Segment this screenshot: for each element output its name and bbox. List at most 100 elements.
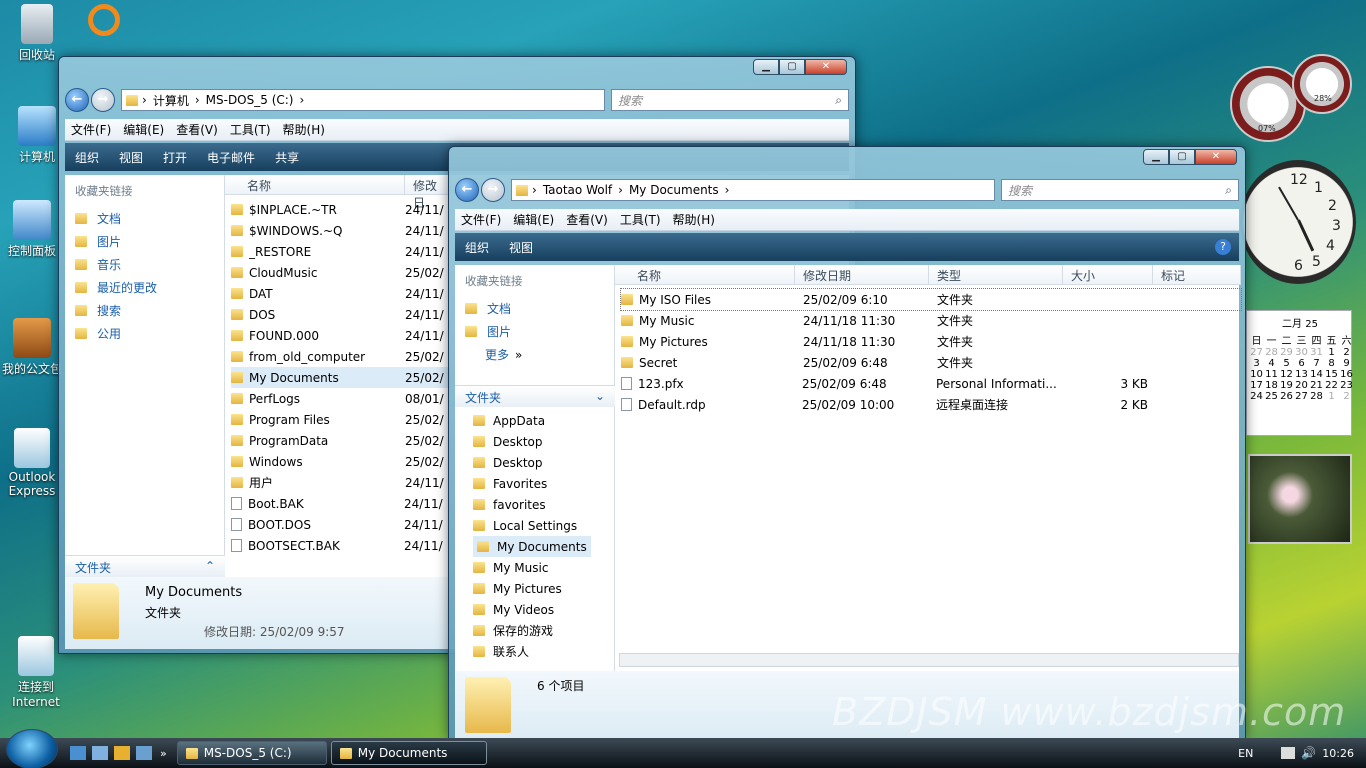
tree-item[interactable]: My Videos (473, 599, 554, 620)
file-row[interactable]: Boot.BAK 24/11/ (231, 493, 451, 514)
file-row[interactable]: Secret 25/02/09 6:48 文件夹 (621, 352, 1241, 373)
file-row[interactable]: $WINDOWS.~Q 24/11/ (231, 220, 451, 241)
menu-tools[interactable]: 工具(T) (224, 121, 277, 138)
nav-link-documents[interactable]: 文档 (65, 207, 224, 230)
help-icon[interactable]: ? (1215, 239, 1231, 255)
calendar-day[interactable]: 28 (1309, 391, 1324, 402)
tree-item[interactable]: 联系人 (473, 641, 529, 662)
desktop-icon-recycle-bin[interactable]: 回收站 (5, 4, 69, 63)
toolbar-organize[interactable]: 组织 (455, 239, 499, 256)
slideshow-gadget[interactable] (1248, 454, 1352, 544)
toolbar-share[interactable]: 共享 (265, 149, 309, 166)
calendar-day[interactable]: 11 (1264, 369, 1279, 380)
menu-view[interactable]: 查看(V) (560, 211, 614, 228)
calendar-day[interactable]: 27 (1294, 391, 1309, 402)
calendar-day[interactable]: 12 (1279, 369, 1294, 380)
breadcrumb-user[interactable]: Taotao Wolf (543, 183, 612, 197)
quicklaunch-network-icon[interactable] (136, 746, 152, 760)
forward-button[interactable]: → (481, 178, 505, 202)
file-row[interactable]: DOS 24/11/ (231, 304, 451, 325)
menu-file[interactable]: 文件(F) (455, 211, 507, 228)
tree-item[interactable]: My Documents (473, 536, 591, 557)
calendar-day[interactable]: 1 (1324, 391, 1339, 402)
minimize-button[interactable]: ▁ (1143, 149, 1169, 165)
column-name[interactable]: 名称 (615, 265, 795, 284)
tree-item[interactable]: Local Settings (473, 515, 577, 536)
desktop-icon-control-panel[interactable]: 控制面板 (0, 200, 64, 259)
file-row[interactable]: My Documents 25/02/ (231, 367, 451, 388)
nav-link-pictures[interactable]: 图片 (65, 230, 224, 253)
calendar-day[interactable]: 25 (1264, 391, 1279, 402)
address-bar[interactable]: › Taotao Wolf › My Documents › (511, 179, 995, 201)
search-input[interactable]: 搜索 ⌕ (1001, 179, 1239, 201)
breadcrumb-my-documents[interactable]: My Documents (629, 183, 719, 197)
calendar-day[interactable]: 5 (1279, 358, 1294, 369)
nav-link-recent[interactable]: 最近的更改 (65, 276, 224, 299)
desktop-icon-outlook-express[interactable]: Outlook Express (0, 428, 64, 498)
tray-volume-icon[interactable]: 🔊 (1301, 746, 1316, 760)
menu-help[interactable]: 帮助(H) (277, 121, 331, 138)
toolbar-organize[interactable]: 组织 (65, 149, 109, 166)
file-row[interactable]: CloudMusic 25/02/ (231, 262, 451, 283)
close-button[interactable]: ✕ (1195, 149, 1237, 165)
menu-file[interactable]: 文件(F) (65, 121, 117, 138)
back-button[interactable]: ← (455, 178, 479, 202)
calendar-day[interactable]: 26 (1279, 391, 1294, 402)
file-row[interactable]: BOOT.DOS 24/11/ (231, 514, 451, 535)
menu-edit[interactable]: 编辑(E) (507, 211, 560, 228)
calendar-day[interactable]: 21 (1309, 380, 1324, 391)
tree-item[interactable]: AppData (473, 410, 545, 431)
calendar-day[interactable]: 15 (1324, 369, 1339, 380)
toolbar-open[interactable]: 打开 (153, 149, 197, 166)
calendar-day[interactable]: 8 (1324, 358, 1339, 369)
quicklaunch-desktop-icon[interactable] (70, 746, 86, 760)
minimize-button[interactable]: ▁ (753, 59, 779, 75)
file-row[interactable]: $INPLACE.~TR 24/11/ (231, 199, 451, 220)
calendar-day[interactable]: 28 (1264, 347, 1279, 358)
menu-tools[interactable]: 工具(T) (614, 211, 667, 228)
calendar-day[interactable]: 1 (1324, 347, 1339, 358)
language-indicator[interactable]: EN (1238, 747, 1253, 760)
file-row[interactable]: 用户 24/11/ (231, 472, 451, 493)
tree-item[interactable]: Desktop (473, 452, 543, 473)
tree-item[interactable]: Desktop (473, 431, 543, 452)
calendar-day[interactable]: 18 (1264, 380, 1279, 391)
breadcrumb-computer[interactable]: 计算机 (153, 92, 189, 109)
calendar-gadget[interactable]: 二月 25 日一二三四五六 27 28 29 30 31 1 2 3 4 5 6 7 8 9 10 11 12 13… (1246, 310, 1354, 436)
explorer-window-my-documents[interactable]: ▁ ▢ ✕ ← → › Taotao Wolf › My Documents ›… (448, 146, 1246, 740)
quicklaunch-switch-icon[interactable] (92, 746, 108, 760)
maximize-button[interactable]: ▢ (1169, 149, 1195, 165)
menu-help[interactable]: 帮助(H) (667, 211, 721, 228)
tree-item[interactable]: My Pictures (473, 578, 562, 599)
file-row[interactable]: BOOTSECT.BAK 24/11/ (231, 535, 451, 556)
file-row[interactable]: My Pictures 24/11/18 11:30 文件夹 (621, 331, 1241, 352)
tree-item[interactable]: favorites (473, 494, 546, 515)
calendar-day[interactable]: 2 (1339, 347, 1354, 358)
file-row[interactable]: _RESTORE 24/11/ (231, 241, 451, 262)
file-row[interactable]: Windows 25/02/ (231, 451, 451, 472)
column-name[interactable]: 名称 (225, 175, 405, 194)
file-row[interactable]: ProgramData 25/02/ (231, 430, 451, 451)
search-input[interactable]: 搜索 ⌕ (611, 89, 849, 111)
file-row[interactable]: DAT 24/11/ (231, 283, 451, 304)
calendar-day[interactable]: 13 (1294, 369, 1309, 380)
desktop-icon-music-app[interactable] (84, 4, 124, 38)
menu-edit[interactable]: 编辑(E) (117, 121, 170, 138)
tree-item[interactable]: Favorites (473, 473, 547, 494)
quicklaunch-more-icon[interactable]: » (160, 747, 167, 760)
column-tags[interactable]: 标记 (1153, 265, 1241, 284)
toolbar-email[interactable]: 电子邮件 (197, 149, 265, 166)
desktop-icon-briefcase[interactable]: 我的公文包 (0, 318, 64, 377)
file-row[interactable]: Default.rdp 25/02/09 10:00 远程桌面连接 2 KB (621, 394, 1241, 415)
column-date[interactable]: 修改日期 (795, 265, 929, 284)
address-bar[interactable]: › 计算机 › MS-DOS_5 (C:) › (121, 89, 605, 111)
taskbar-button-c-drive[interactable]: MS-DOS_5 (C:) (176, 741, 327, 765)
quicklaunch-media-icon[interactable] (114, 746, 130, 760)
folders-toggle[interactable]: 文件夹 ⌄ (455, 385, 615, 407)
calendar-day[interactable]: 30 (1294, 347, 1309, 358)
calendar-day[interactable]: 27 (1249, 347, 1264, 358)
nav-link-more[interactable]: 更多» (455, 343, 614, 366)
calendar-day[interactable]: 19 (1279, 380, 1294, 391)
back-button[interactable]: ← (65, 88, 89, 112)
nav-link-search[interactable]: 搜索 (65, 299, 224, 322)
